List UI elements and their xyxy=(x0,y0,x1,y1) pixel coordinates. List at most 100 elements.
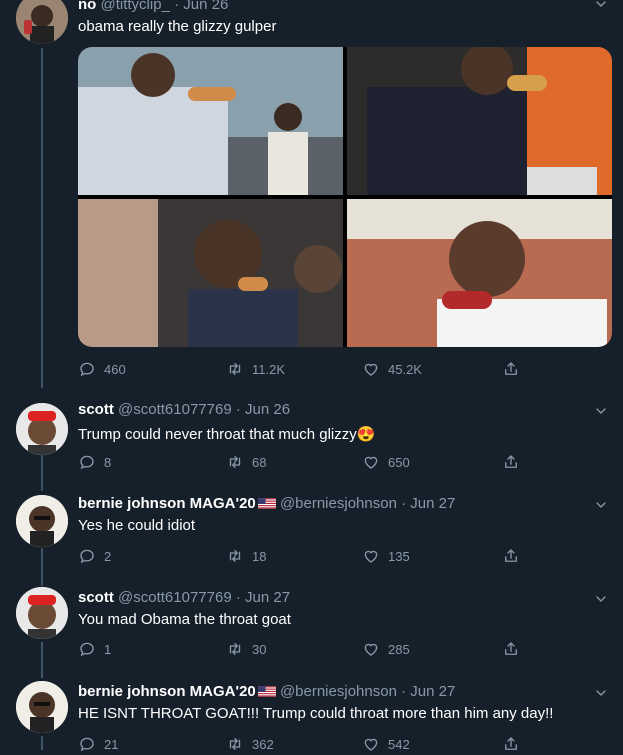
heart-icon xyxy=(362,547,380,565)
retweet-button[interactable]: 30 xyxy=(226,640,266,658)
reply-icon xyxy=(78,360,96,378)
retweet-count: 30 xyxy=(252,641,267,657)
like-button[interactable]: 650 xyxy=(362,453,410,471)
reply-button[interactable]: 2 xyxy=(78,547,111,565)
tweet-text: You mad Obama the throat goat xyxy=(78,611,291,628)
tweet-text: HE ISNT THROAT GOAT!!! Trump could throa… xyxy=(78,705,554,722)
tweet-header: scott @scott61077769 · Jun 27 xyxy=(78,589,290,606)
avatar-image xyxy=(16,681,68,733)
retweet-icon xyxy=(226,735,244,753)
tweet[interactable]: scott @scott61077769 · Jun 26 Trump coul… xyxy=(0,395,623,487)
share-icon xyxy=(502,453,520,471)
retweet-icon xyxy=(226,453,244,471)
tweet-actions: 8 68 650 xyxy=(78,453,530,473)
us-flag-icon xyxy=(258,498,276,509)
share-button[interactable] xyxy=(502,547,520,565)
retweet-icon xyxy=(226,547,244,565)
reply-button[interactable]: 1 xyxy=(78,640,111,658)
retweet-button[interactable]: 362 xyxy=(226,735,274,753)
retweet-count: 18 xyxy=(252,548,267,564)
heart-icon xyxy=(362,735,380,753)
display-name[interactable]: bernie johnson MAGA'20 xyxy=(78,495,256,512)
avatar[interactable] xyxy=(16,403,68,455)
share-button[interactable] xyxy=(502,640,520,658)
avatar[interactable] xyxy=(16,587,68,639)
avatar[interactable] xyxy=(16,495,68,547)
tweet-header: bernie johnson MAGA'20 @berniesjohnson ·… xyxy=(78,683,455,700)
timestamp[interactable]: Jun 27 xyxy=(245,589,290,606)
share-button[interactable] xyxy=(502,453,520,471)
us-flag-icon xyxy=(258,686,276,697)
share-button[interactable] xyxy=(502,735,520,753)
separator: · xyxy=(174,0,180,13)
display-name[interactable]: no xyxy=(78,0,96,13)
separator: · xyxy=(235,401,241,418)
like-button[interactable]: 45.2K xyxy=(362,360,422,378)
tweet[interactable]: scott @scott61077769 · Jun 27 You mad Ob… xyxy=(0,581,623,675)
tweet-actions: 1 30 285 xyxy=(78,640,530,660)
reply-icon xyxy=(78,547,96,565)
like-button[interactable]: 542 xyxy=(362,735,410,753)
tweet-text: Trump could never throat that much glizz… xyxy=(78,425,375,443)
reply-button[interactable]: 8 xyxy=(78,453,111,471)
timestamp[interactable]: Jun 27 xyxy=(410,495,455,512)
like-button[interactable]: 135 xyxy=(362,547,410,565)
heart-icon xyxy=(362,640,380,658)
tweet-text-content: Trump could never throat that much glizz… xyxy=(78,426,357,443)
avatar[interactable] xyxy=(16,0,68,44)
reply-count: 8 xyxy=(104,454,112,470)
media-grid[interactable] xyxy=(78,47,612,347)
tweet[interactable]: no @tittyclip_ · Jun 26 obama really the… xyxy=(0,0,623,395)
retweet-button[interactable]: 68 xyxy=(226,453,266,471)
retweet-count: 68 xyxy=(252,454,267,470)
display-name[interactable]: scott xyxy=(78,589,114,606)
separator: · xyxy=(401,495,407,512)
tweet[interactable]: bernie johnson MAGA'20 @berniesjohnson ·… xyxy=(0,487,623,581)
timestamp[interactable]: Jun 26 xyxy=(245,401,290,418)
separator: · xyxy=(401,683,407,700)
chevron-down-icon[interactable] xyxy=(593,685,609,701)
reply-count: 460 xyxy=(104,361,126,377)
chevron-down-icon[interactable] xyxy=(593,0,609,12)
avatar-image xyxy=(16,0,68,44)
user-handle[interactable]: @berniesjohnson xyxy=(280,683,397,700)
like-button[interactable]: 285 xyxy=(362,640,410,658)
heart-icon xyxy=(362,360,380,378)
like-count: 542 xyxy=(388,736,410,752)
user-handle[interactable]: @tittyclip_ xyxy=(101,0,170,13)
chevron-down-icon[interactable] xyxy=(593,403,609,419)
reply-icon xyxy=(78,640,96,658)
tweet-header: no @tittyclip_ · Jun 26 xyxy=(78,0,228,13)
like-count: 135 xyxy=(388,548,410,564)
photo-3[interactable] xyxy=(78,199,343,347)
avatar[interactable] xyxy=(16,681,68,733)
user-handle[interactable]: @scott61077769 xyxy=(118,589,232,606)
retweet-button[interactable]: 11.2K xyxy=(226,360,285,378)
like-count: 650 xyxy=(388,454,410,470)
retweet-count: 11.2K xyxy=(252,361,286,377)
user-handle[interactable]: @scott61077769 xyxy=(118,401,232,418)
tweet-actions: 21 362 542 xyxy=(78,735,530,755)
reply-button[interactable]: 460 xyxy=(78,360,126,378)
retweet-count: 362 xyxy=(252,736,274,752)
display-name[interactable]: bernie johnson MAGA'20 xyxy=(78,683,256,700)
timestamp[interactable]: Jun 26 xyxy=(183,0,228,13)
timestamp[interactable]: Jun 27 xyxy=(410,683,455,700)
user-handle[interactable]: @berniesjohnson xyxy=(280,495,397,512)
chevron-down-icon[interactable] xyxy=(593,497,609,513)
photo-4[interactable] xyxy=(347,199,612,347)
tweet[interactable]: bernie johnson MAGA'20 @berniesjohnson ·… xyxy=(0,675,623,752)
photo-2[interactable] xyxy=(347,47,612,195)
share-icon xyxy=(502,735,520,753)
reply-count: 2 xyxy=(104,548,112,564)
tweet-actions: 460 11.2K 45.2K xyxy=(78,360,530,380)
reply-button[interactable]: 21 xyxy=(78,735,118,753)
share-button[interactable] xyxy=(502,360,520,378)
retweet-button[interactable]: 18 xyxy=(226,547,266,565)
share-icon xyxy=(502,547,520,565)
chevron-down-icon[interactable] xyxy=(593,591,609,607)
retweet-icon xyxy=(226,360,244,378)
avatar-image xyxy=(16,587,68,639)
display-name[interactable]: scott xyxy=(78,401,114,418)
photo-1[interactable] xyxy=(78,47,343,195)
